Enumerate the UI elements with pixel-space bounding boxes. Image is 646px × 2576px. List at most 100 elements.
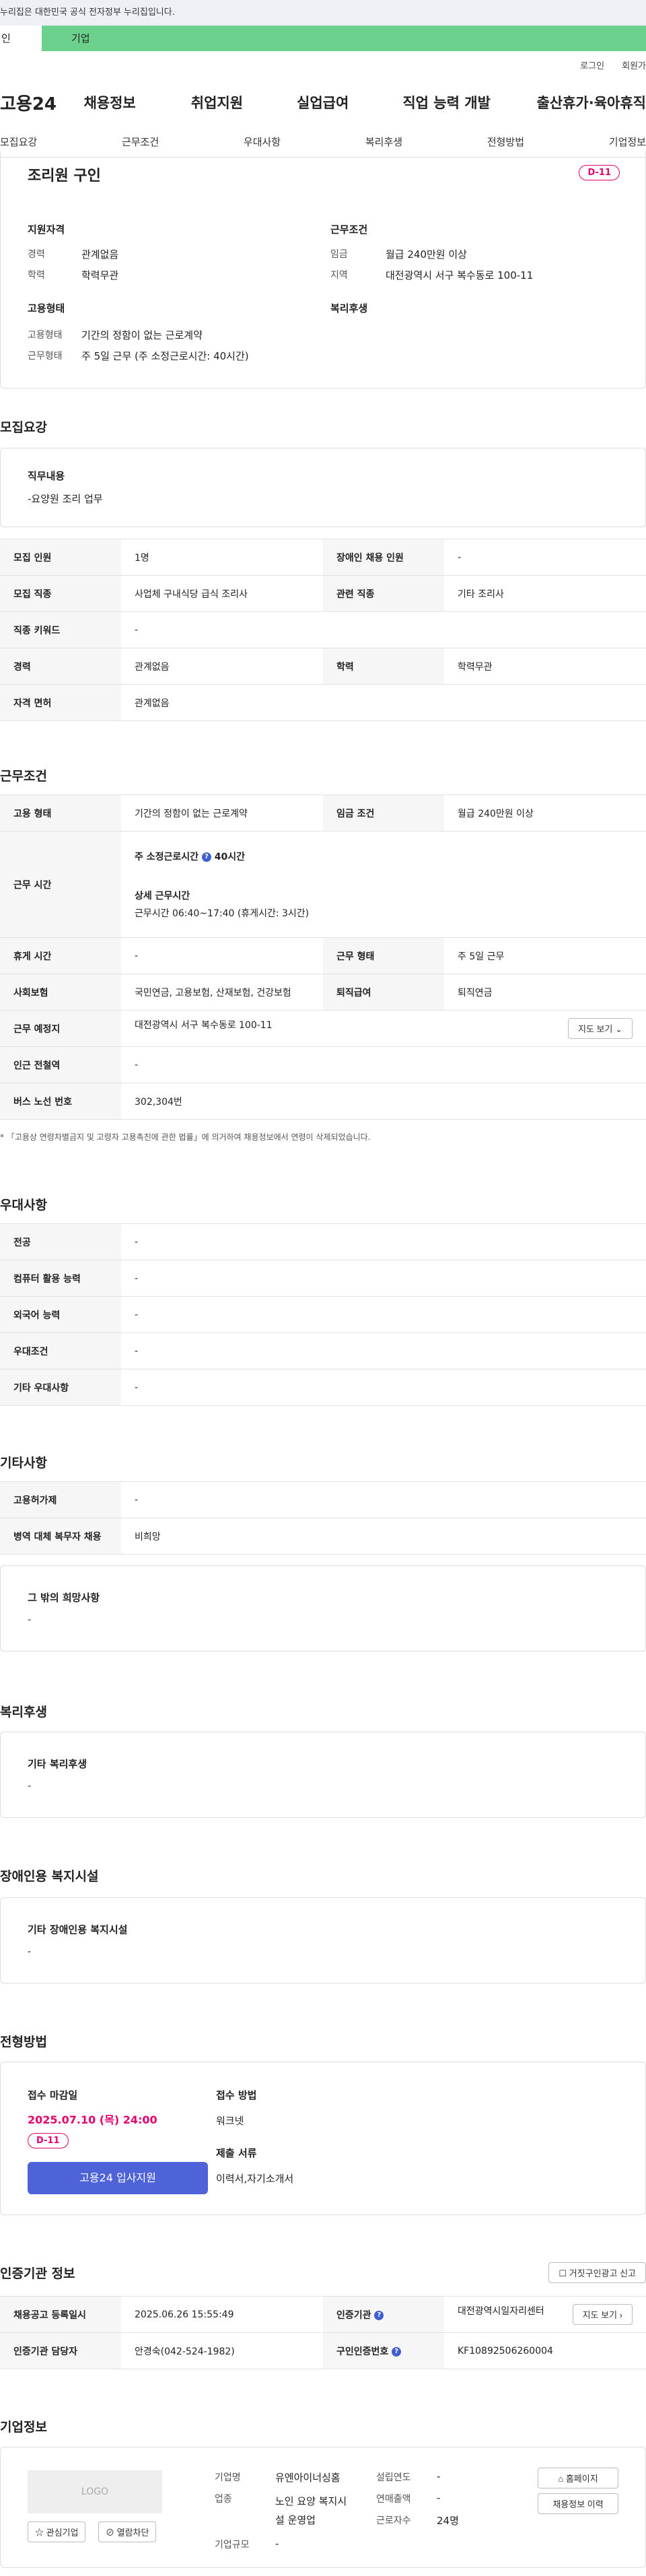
- auth-map-button[interactable]: 지도 보기 ›: [572, 2304, 633, 2325]
- history-button[interactable]: 채용정보 이력: [538, 2493, 618, 2514]
- area-label: 지역: [330, 270, 348, 281]
- auth-map-button-label: 지도 보기: [582, 2310, 618, 2320]
- fav-company-label: 관심기업: [46, 2528, 79, 2538]
- job-summary-card: 조리원 구인 D-11 지원자격 경력 관계없음 학력 학력무관 근무조건 임금…: [0, 151, 646, 388]
- gnb-item-training[interactable]: 직업 능력 개발: [402, 92, 536, 112]
- wage-cond-value: 월급 240만원 이상: [444, 794, 646, 832]
- facility-section-title: 장애인용 복지시설: [0, 1869, 99, 1884]
- method-label: 접수 방법: [216, 2089, 257, 2101]
- area-value: 대전광역시 서구 복수동로 100-11: [386, 269, 534, 281]
- gnb-item-leave[interactable]: 출산휴가·육아휴직: [536, 92, 646, 112]
- hours-label: 근무 시간: [0, 831, 121, 938]
- gnb-item-jobs[interactable]: 채용정보: [83, 92, 190, 112]
- career-label-row: 경력: [0, 648, 121, 685]
- keyword-label: 직종 키워드: [0, 611, 121, 648]
- homepage-button[interactable]: ⌂ 홈페이지: [538, 2468, 618, 2488]
- company-name-label: 기업명: [215, 2472, 241, 2483]
- screening-card: 접수 마감일 2025.07.10 (목) 24:00 D-11 고용24 입사…: [0, 2062, 646, 2215]
- form-value: 주 5일 근무: [444, 937, 646, 974]
- keyword-value: -: [121, 611, 646, 648]
- info-icon[interactable]: ?: [374, 2310, 384, 2320]
- headcount-label: 모집 인원: [0, 539, 121, 576]
- info-icon[interactable]: ?: [201, 852, 211, 862]
- subnav-welfare[interactable]: 복리후생: [365, 135, 402, 149]
- pref-label: 컴퓨터 활용 능력: [0, 1260, 121, 1297]
- pref-value: -: [121, 1369, 646, 1406]
- other-wish-label: 그 밖의 희망사항: [28, 1592, 100, 1604]
- subnav-company[interactable]: 기업정보: [609, 135, 646, 149]
- subway-value: -: [121, 1046, 646, 1083]
- map-button-label: 지도 보기: [578, 1024, 613, 1034]
- job-label: 모집 직종: [0, 575, 121, 612]
- login-link[interactable]: 로그인: [580, 59, 604, 71]
- pref-value: -: [121, 1260, 646, 1297]
- info-icon[interactable]: ?: [392, 2346, 402, 2357]
- fav-company-button[interactable]: ☆ 관심기업: [28, 2521, 86, 2542]
- etc-label: 병역 대체 복무자 채용: [0, 1518, 121, 1555]
- bus-value: 302,304번: [121, 1083, 646, 1120]
- sales-value: -: [437, 2492, 441, 2504]
- user-type-tabs: 인 기업: [0, 26, 646, 51]
- holiday-label: 휴게 시간: [0, 937, 121, 974]
- duty-card: 직무내용 -요양원 조리 업무: [0, 448, 646, 527]
- number-value: KF10892506260004: [444, 2332, 646, 2369]
- emp-value: 기간의 정함이 없는 근로계약: [121, 794, 323, 832]
- career-value: 관계없음: [81, 248, 119, 261]
- hours-cell: 주 소정근로시간 ? 40시간 상세 근무시간 근무시간 06:40~17:40…: [121, 831, 646, 938]
- chevron-down-icon: ⌄: [615, 1024, 622, 1034]
- subnav-work[interactable]: 근무조건: [122, 135, 159, 149]
- subnav-preference[interactable]: 우대사항: [244, 135, 281, 149]
- retire-label: 퇴직급여: [323, 974, 444, 1011]
- map-button[interactable]: 지도 보기 ⌄: [568, 1018, 633, 1039]
- reg-label: 채용공고 등록일시: [0, 2296, 121, 2333]
- etc-label: 고용허가제: [0, 1481, 121, 1518]
- edu-label-row: 학력: [323, 648, 444, 685]
- siren-icon: ☐: [559, 2268, 567, 2278]
- subway-label: 인근 전철역: [0, 1046, 121, 1083]
- manager-label: 인증기관 담당자: [0, 2332, 121, 2369]
- edu-value-row: 학력무관: [444, 648, 646, 685]
- disabled-value: -: [444, 539, 646, 576]
- headcount-value: 1명: [121, 539, 323, 576]
- apply-button[interactable]: 고용24 입사지원: [28, 2162, 208, 2194]
- block-company-button[interactable]: ⊘ 열람차단: [98, 2521, 157, 2542]
- auth-table: 채용공고 등록일시 2025.06.26 15:55:49 인증기관 ? 대전광…: [0, 2296, 646, 2369]
- manager-value: 안경숙(042-524-1982): [121, 2332, 323, 2369]
- work-table: 고용 형태 기간의 정함이 없는 근로계약 임금 조건 월급 240만원 이상 …: [0, 794, 646, 1120]
- hours-detail-label: 상세 근무시간: [135, 890, 190, 902]
- tab-company[interactable]: 기업: [42, 26, 646, 51]
- company-size-value: -: [275, 2538, 279, 2550]
- company-logo: LOGO: [28, 2470, 162, 2513]
- screening-dday-badge: D-11: [28, 2133, 69, 2148]
- docs-value: 이력서,자기소개서: [216, 2173, 294, 2185]
- gnb-item-support[interactable]: 취업지원: [191, 92, 297, 112]
- subnav-recruit[interactable]: 모집요강: [0, 135, 37, 149]
- block-company-label: 열람차단: [116, 2528, 149, 2538]
- homepage-label: 홈페이지: [565, 2474, 598, 2484]
- edu-value: 학력무관: [81, 269, 119, 281]
- recruit-table: 모집 인원 1명 장애인 채용 인원 - 모집 직종 사업체 구내식당 급식 조…: [0, 539, 646, 721]
- subnav-screening[interactable]: 전형방법: [487, 135, 524, 149]
- join-link[interactable]: 회원가: [622, 59, 646, 71]
- gov-notice-text: 누리집은 대한민국 공식 전자정부 누리집입니다.: [0, 7, 175, 18]
- job-title: 조리원 구인: [28, 168, 101, 184]
- report-button-label: 거짓구인광고 신고: [569, 2268, 636, 2278]
- report-button[interactable]: ☐ 거짓구인광고 신고: [548, 2262, 646, 2283]
- number-label-cell: 구인인증번호 ?: [323, 2332, 444, 2369]
- insurance-label: 사회보험: [0, 974, 121, 1011]
- emp-title: 고용형태: [28, 302, 65, 314]
- tab-person[interactable]: 인: [0, 26, 42, 51]
- founded-value: -: [437, 2470, 441, 2482]
- related-value: 기타 조리사: [444, 575, 646, 612]
- disabled-label: 장애인 채용 인원: [323, 539, 444, 576]
- welfare-title: 복리후생: [330, 302, 368, 314]
- pref-value: -: [121, 1296, 646, 1333]
- gnb-item-benefit[interactable]: 실업급여: [297, 92, 402, 112]
- place-cell: 대전광역시 서구 복수동로 100-11 지도 보기 ⌄: [121, 1010, 646, 1047]
- pref-label: 전공: [0, 1223, 121, 1260]
- gov-notice-bar: 누리집은 대한민국 공식 전자정부 누리집입니다.: [0, 0, 646, 26]
- insurance-value: 국민연금, 고용보험, 산재보험, 건강보험: [121, 974, 323, 1011]
- wage-cond-label: 임금 조건: [323, 794, 444, 832]
- related-label: 관련 직종: [323, 575, 444, 612]
- site-logo[interactable]: 고용24: [0, 90, 83, 115]
